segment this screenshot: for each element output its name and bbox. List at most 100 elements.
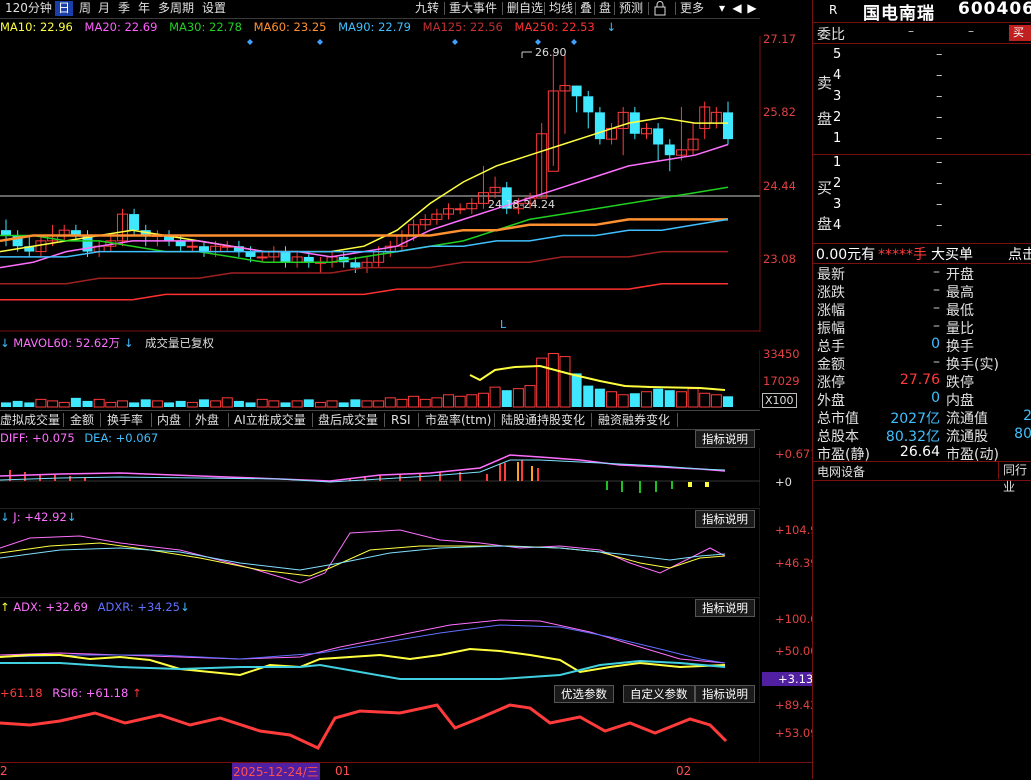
- volume-bar: [583, 385, 594, 407]
- multi-period-button[interactable]: 多周期: [155, 1, 197, 16]
- expand-right-icon[interactable]: ▶: [745, 1, 759, 16]
- bid-book: 买 盘 1–2–3–4–: [813, 155, 1031, 244]
- tab-margin[interactable]: 融资融券变化: [594, 412, 674, 428]
- level-price: –: [936, 176, 943, 191]
- volume-bar: [524, 385, 536, 408]
- level-number: 4: [833, 68, 842, 83]
- quote-label: 最新: [817, 267, 845, 283]
- ask-book: 卖 盘 5–4–3–2–1–: [813, 44, 1031, 155]
- pankou-button[interactable]: 盘: [596, 1, 614, 16]
- quote-row: 涨幅 – 最低: [813, 300, 1031, 319]
- quote-label: 总市值: [817, 411, 859, 427]
- weibi-value: –: [908, 24, 914, 38]
- tab-outer[interactable]: 外盘: [191, 412, 223, 428]
- level-number: 3: [833, 197, 842, 212]
- period-quarter[interactable]: 季: [115, 1, 133, 16]
- tab-pe-ttm[interactable]: 市盈率(ttm): [421, 412, 495, 428]
- quote-value: 0: [931, 336, 940, 352]
- volume-bar: [314, 401, 326, 408]
- candle-body: [583, 96, 594, 113]
- tab-turnover[interactable]: 换手率: [103, 412, 147, 428]
- stock-header: R 国电南瑞 600406: [813, 0, 1031, 24]
- volume-bar: [12, 400, 23, 407]
- date-axis: 2 2025-12-24/三 01 02: [0, 762, 812, 780]
- volume-bar: [373, 400, 385, 408]
- order-level: 3–: [833, 197, 1023, 212]
- quote-label: 振幅: [817, 321, 845, 337]
- volume-bar: [70, 397, 81, 407]
- period-year[interactable]: 年: [135, 1, 153, 16]
- order-level: 3–: [833, 89, 1023, 104]
- volume-bar: [175, 400, 186, 407]
- candle-body: [280, 251, 291, 263]
- tab-rsi[interactable]: RSI: [387, 412, 415, 428]
- volume-bar: [198, 399, 209, 407]
- jiuzhuan-button[interactable]: 九转: [412, 1, 442, 16]
- volume-bar: [210, 400, 222, 408]
- period-week[interactable]: 周: [76, 1, 94, 16]
- marker-diamonds: [247, 39, 577, 45]
- ma-button[interactable]: 均线: [546, 1, 576, 16]
- period-120min[interactable]: 120分钟: [2, 1, 55, 16]
- candle-body: [653, 128, 664, 145]
- chevron-down-icon[interactable]: ▾: [715, 1, 729, 16]
- tab-amount[interactable]: 金额: [66, 412, 98, 428]
- volume-bar: [547, 353, 559, 408]
- ma250-line: [0, 282, 728, 301]
- macd-title: DIFF: +0.075 DEA: +0.067: [0, 431, 159, 445]
- settings-button[interactable]: 设置: [199, 1, 229, 16]
- quote-label: 总股本: [817, 429, 859, 445]
- date-cursor-label: 2025-12-24/三: [232, 763, 320, 780]
- more-button[interactable]: 更多: [677, 1, 707, 16]
- volume-bar: [559, 356, 571, 408]
- volume-bar: [419, 398, 431, 408]
- level-number: 4: [833, 218, 842, 233]
- overlay-button[interactable]: 叠: [577, 1, 595, 16]
- rsi-chart[interactable]: [0, 683, 760, 763]
- tab-northbound[interactable]: 陆股通持股变化: [497, 412, 589, 428]
- volume-bar: [350, 399, 361, 407]
- remove-watchlist-button[interactable]: 删自选: [504, 1, 546, 16]
- tab-virtual-volume[interactable]: 虚拟成交量: [0, 412, 64, 428]
- major-events-button[interactable]: 重大事件: [446, 1, 500, 16]
- tab-after-hours-volume[interactable]: 盘后成交量: [314, 412, 382, 428]
- quote-label: 量比: [946, 321, 974, 337]
- ma250-label: MA250: 22.53: [514, 20, 595, 34]
- volume-chart[interactable]: [0, 350, 760, 408]
- lock-icon[interactable]: [652, 1, 672, 16]
- period-month[interactable]: 月: [95, 1, 113, 16]
- level-price: –: [936, 218, 943, 233]
- volume-bar: [664, 390, 675, 407]
- ma90-line: [0, 218, 729, 258]
- weibi-row: 委比 – – 买: [813, 23, 1031, 44]
- ma125-label: MA125: 22.56: [422, 20, 503, 34]
- big-order-row[interactable]: 0.00元有 *****手 大买单 点击: [813, 243, 1031, 264]
- same-industry-tab[interactable]: 同行业: [998, 462, 1031, 494]
- volume-bar: [361, 400, 373, 408]
- macd-help-button[interactable]: 指标说明: [695, 430, 755, 448]
- order-level: 1–: [833, 131, 1023, 146]
- dmi-chart[interactable]: [0, 597, 760, 683]
- tab-inner[interactable]: 内盘: [153, 412, 185, 428]
- buy-button[interactable]: 买: [1009, 25, 1031, 41]
- collapse-right-icon[interactable]: ◀: [730, 1, 744, 16]
- tab-ai-volume[interactable]: AI立桩成交量: [230, 412, 310, 428]
- forecast-button[interactable]: 预测: [616, 1, 646, 16]
- level-price: –: [936, 155, 943, 170]
- macd-chart[interactable]: [0, 448, 760, 506]
- ma10-label: MA10: 22.96: [0, 20, 73, 34]
- volume-bar: [571, 373, 582, 407]
- volume-bar: [606, 391, 618, 408]
- ma20-label: MA20: 22.69: [84, 20, 158, 34]
- candlestick-chart[interactable]: 26.90 24.18-24.24 L: [0, 36, 812, 332]
- level-number: 3: [833, 89, 842, 104]
- period-day[interactable]: 日: [55, 1, 74, 16]
- kdj-chart[interactable]: [0, 508, 760, 596]
- volume-bar: [477, 392, 489, 408]
- volume-scale-label: X100: [762, 393, 797, 408]
- quote-label: 换手(实): [946, 357, 999, 373]
- level-price: –: [936, 47, 943, 62]
- level-price: –: [936, 89, 943, 104]
- quote-row: 总市值 2027亿 流通值 2: [813, 408, 1031, 427]
- candle-body: [594, 112, 605, 140]
